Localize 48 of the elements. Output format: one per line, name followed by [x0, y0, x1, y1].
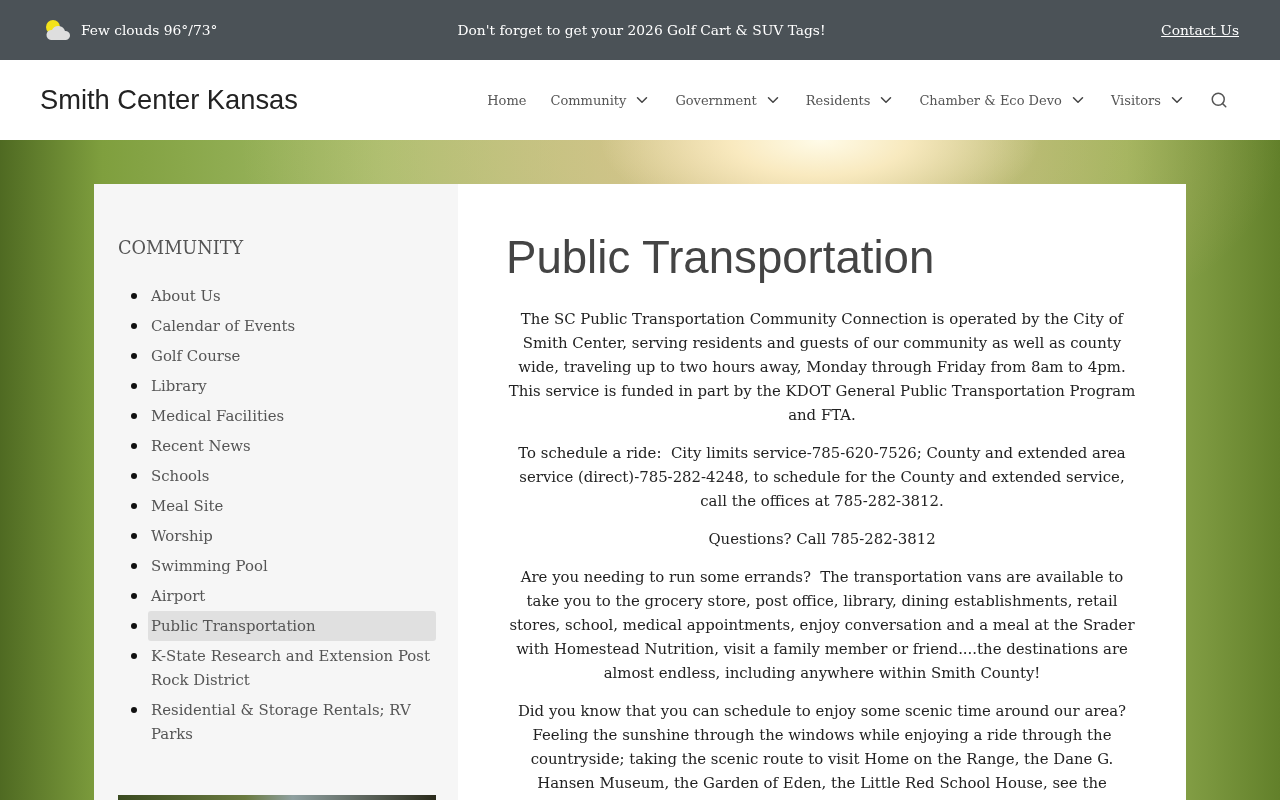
search-button[interactable]: [1210, 91, 1228, 109]
body-paragraph: Did you know that you can schedule to enjoy some scenic time around our area? Feeling the sunshine through the windows while enjoying a ride through the countryside; taking the scenic route to visit Home on the Range, the Dane G. Hansen Museum, the Garden of Eden, the Little Red School House, see the: [516, 701, 1128, 794]
bullet-icon: [131, 563, 137, 569]
sidebar-link[interactable]: Library: [148, 371, 436, 401]
body-paragraph: Are you needing to run some errands? The transportation vans are available to take you to the grocery store, post office, library, dining establishments, retail stores, school, medical appointments, enjoy conversation and a meal at the Srader with Homestead Nutrition, visit a family member or friend....the destinations are almost endless, including anywhere within Smith County!: [508, 567, 1136, 684]
bullet-icon: [131, 383, 137, 389]
sidebar-link[interactable]: Recent News: [148, 431, 436, 461]
nav-link[interactable]: Community: [550, 91, 652, 109]
bullet-icon: [131, 503, 137, 509]
contact-link[interactable]: Contact Us: [1161, 22, 1239, 38]
announcement-text: Don't forget to get your 2026 Golf Cart & SUV Tags!: [457, 22, 826, 38]
sidebar-link[interactable]: Calendar of Events: [148, 311, 436, 341]
nav-link[interactable]: Chamber & Eco Devo: [919, 91, 1087, 109]
search-icon: [1210, 91, 1228, 109]
sidebar-link[interactable]: Meal Site: [148, 491, 436, 521]
bullet-icon: [131, 353, 137, 359]
weather-text: Few clouds 96°/73°: [81, 22, 218, 38]
bullet-icon: [131, 293, 137, 299]
sidebar-link[interactable]: K-State Research and Extension Post Rock District: [148, 641, 436, 695]
sidebar-link[interactable]: Public Transportation: [148, 611, 436, 641]
site-title[interactable]: Smith Center Kansas: [40, 84, 298, 116]
sidebar-link[interactable]: Swimming Pool: [148, 551, 436, 581]
sidebar-link[interactable]: Airport: [148, 581, 436, 611]
bullet-icon: [131, 593, 137, 599]
sidebar-heading: COMMUNITY: [118, 237, 245, 260]
nav-link[interactable]: Visitors: [1110, 91, 1186, 109]
sun-cloud-icon: [44, 19, 72, 41]
nav-link[interactable]: Home: [487, 92, 527, 108]
body-paragraph: To schedule a ride: City limits service-785-620-7526; County and extended area service (direct)-785-282-4248, to schedule for the County and extended service, call the offices at 785-282-3812.: [517, 443, 1127, 512]
nav-link[interactable]: Residents: [805, 91, 896, 109]
bullet-icon: [131, 473, 137, 479]
sidebar-link[interactable]: About Us: [148, 281, 436, 311]
sidebar-link[interactable]: Medical Facilities: [148, 401, 436, 431]
sidebar-link[interactable]: Golf Course: [148, 341, 436, 371]
sidebar-link[interactable]: Schools: [148, 461, 436, 491]
body-paragraph: The SC Public Transportation Community Connection is operated by the City of Smith Center, serving residents and guests of our community as well as county wide, traveling up to two hours away, Monday through Friday from 8am to 4pm. This service is funded in part by the KDOT General Public Transportation Program and FTA.: [507, 309, 1137, 426]
bullet-icon: [131, 707, 137, 713]
bullet-icon: [131, 323, 137, 329]
nav-link[interactable]: Government: [675, 91, 782, 109]
body-paragraph: Questions? Call 785-282-3812: [707, 529, 937, 550]
page-title: Public Transportation: [506, 231, 936, 285]
bullet-icon: [131, 653, 137, 659]
bullet-icon: [131, 413, 137, 419]
bullet-icon: [131, 623, 137, 629]
bullet-icon: [131, 443, 137, 449]
sidebar-link[interactable]: Residential & Storage Rentals; RV Parks: [148, 695, 436, 749]
bullet-icon: [131, 533, 137, 539]
sidebar-link[interactable]: Worship: [148, 521, 436, 551]
